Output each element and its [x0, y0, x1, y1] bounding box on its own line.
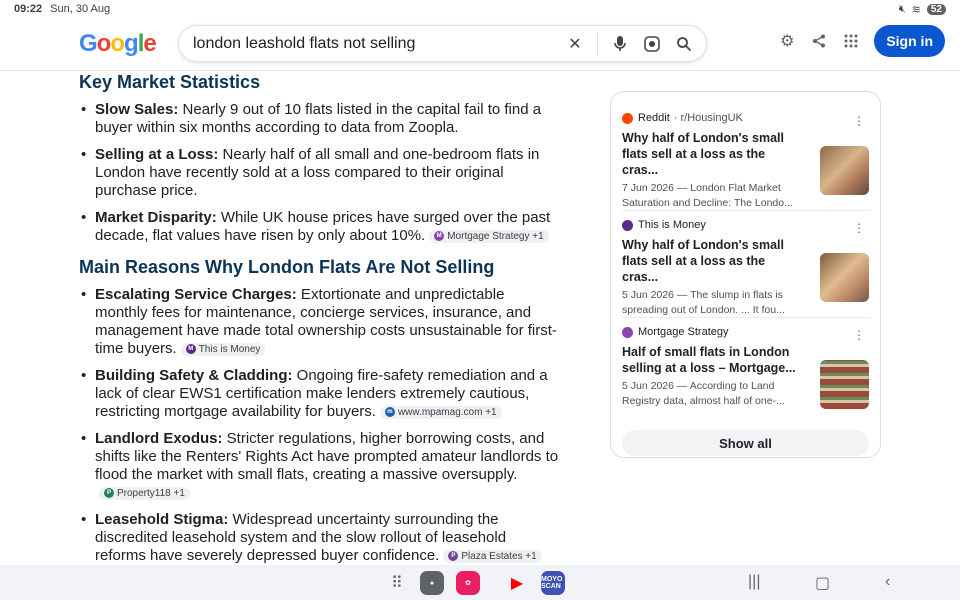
- list-item: Landlord Exodus: Stricter regulations, h…: [79, 430, 559, 502]
- list-item: Selling at a Loss: Nearly half of all sm…: [79, 146, 559, 200]
- card-title[interactable]: Why half of London's small flats sell at…: [622, 237, 804, 285]
- thumbnail-image[interactable]: [820, 146, 869, 195]
- this-is-money-icon: [622, 219, 633, 231]
- camera-app-icon[interactable]: ●: [420, 571, 444, 595]
- moyo-scan-app-icon[interactable]: MOYO SCAN: [541, 571, 565, 595]
- property118-icon: P: [104, 488, 114, 499]
- sources-panel: Reddit · r/HousingUK ⋮ Why half of Londo…: [610, 91, 881, 458]
- item-lead: Market Disparity:: [95, 209, 217, 226]
- sign-in-button[interactable]: Sign in: [874, 25, 945, 57]
- list-item: Escalating Service Charges: Extortionate…: [79, 286, 559, 358]
- battery-icon: 52: [926, 3, 946, 15]
- lens-icon[interactable]: [642, 34, 662, 54]
- card-title[interactable]: Half of small flats in London selling at…: [622, 344, 804, 376]
- logo-letter: g: [124, 30, 139, 57]
- mortgage-strategy-icon: M: [434, 231, 445, 242]
- more-options-icon[interactable]: ⋮: [853, 328, 865, 342]
- more-options-icon[interactable]: ⋮: [853, 114, 865, 128]
- recents-icon[interactable]: |||: [748, 573, 760, 591]
- logo-letter: e: [143, 30, 156, 57]
- app-drawer-icon[interactable]: ⠿: [391, 573, 403, 593]
- ai-overview-content: Key Market Statistics Slow Sales: Nearly…: [79, 72, 559, 565]
- bullet-list: Slow Sales: Nearly 9 out of 10 flats lis…: [79, 101, 559, 245]
- search-divider: [597, 32, 598, 55]
- thumbnail-image[interactable]: [820, 253, 869, 302]
- card-snippet: 7 Jun 2026 — London Flat Market Saturati…: [622, 182, 793, 209]
- source-card[interactable]: This is Money ⋮ Why half of London's sma…: [622, 211, 869, 318]
- gallery-app-icon[interactable]: ✿: [456, 571, 480, 595]
- item-lead: Leasehold Stigma:: [95, 511, 229, 528]
- source-line: This is Money ⋮: [622, 217, 869, 235]
- more-options-icon[interactable]: ⋮: [853, 221, 865, 235]
- section-heading: Main Reasons Why London Flats Are Not Se…: [79, 257, 495, 277]
- chip-label: Property118 +1: [117, 487, 185, 499]
- status-bar: 09:22 Sun, 30 Aug 🔇︎ ≋ 52: [0, 0, 960, 18]
- source-chip[interactable]: M This is Money: [180, 342, 266, 356]
- status-time: 09:22: [14, 3, 43, 15]
- chip-label: This is Money: [198, 343, 261, 355]
- search-input[interactable]: [193, 34, 565, 53]
- wifi-icon: ≋: [911, 3, 921, 16]
- source-chip[interactable]: m www.mpamag.com +1: [379, 405, 502, 419]
- source-chip[interactable]: P Plaza Estates +1: [443, 549, 542, 563]
- this-is-money-icon: M: [185, 344, 196, 355]
- gear-icon[interactable]: ⚙: [778, 32, 796, 50]
- show-all-button[interactable]: Show all: [622, 430, 869, 456]
- google-logo[interactable]: Google: [79, 30, 157, 58]
- search-icon[interactable]: [674, 34, 694, 54]
- source-name: Reddit: [638, 112, 670, 124]
- bullet-list: Escalating Service Charges: Extortionate…: [79, 286, 559, 565]
- chip-label: Plaza Estates +1: [461, 550, 537, 562]
- chip-label: Mortgage Strategy +1: [447, 230, 544, 242]
- header-actions: ⚙ Sign in: [778, 25, 945, 57]
- thumbnail-image[interactable]: [820, 360, 869, 409]
- mute-icon: 🔇︎: [898, 2, 906, 15]
- reddit-icon: [622, 112, 633, 124]
- card-title[interactable]: Why half of London's small flats sell at…: [622, 130, 804, 178]
- source-card[interactable]: Reddit · r/HousingUK ⋮ Why half of Londo…: [622, 104, 869, 211]
- item-lead: Building Safety & Cladding:: [95, 367, 293, 384]
- item-lead: Slow Sales:: [95, 101, 179, 118]
- search-header: Google ✕ ⚙ Sign in: [0, 18, 960, 71]
- share-icon[interactable]: [810, 32, 828, 50]
- source-name: This is Money: [638, 219, 706, 231]
- clear-icon[interactable]: ✕: [565, 34, 585, 54]
- list-item: Building Safety & Cladding: Ongoing fire…: [79, 367, 559, 421]
- logo-letter: o: [110, 30, 125, 57]
- search-box: ✕: [178, 25, 707, 62]
- section-heading: Key Market Statistics: [79, 72, 261, 92]
- item-lead: Selling at a Loss:: [95, 146, 219, 163]
- android-nav-bar: ⠿ ● ✿ ▶ MOYO SCAN ||| ▢ ‹: [0, 565, 960, 600]
- logo-letter: o: [96, 30, 112, 57]
- item-lead: Escalating Service Charges:: [95, 286, 297, 303]
- list-item: Market Disparity: While UK house prices …: [79, 209, 559, 245]
- home-icon[interactable]: ▢: [815, 573, 830, 593]
- youtube-app-icon[interactable]: ▶: [505, 571, 529, 595]
- source-chip[interactable]: M Mortgage Strategy +1: [429, 229, 549, 243]
- back-icon[interactable]: ‹: [885, 573, 890, 591]
- source-line: Mortgage Strategy ⋮: [622, 324, 869, 342]
- status-date: Sun, 30 Aug: [50, 3, 111, 15]
- card-snippet: 5 Jun 2026 — The slump in flats is sprea…: [622, 289, 785, 316]
- chip-label: www.mpamag.com +1: [397, 406, 497, 418]
- apps-grid-icon[interactable]: [842, 32, 860, 50]
- card-snippet: 5 Jun 2026 — According to Land Registry …: [622, 380, 785, 407]
- plaza-estates-icon: P: [448, 551, 459, 562]
- list-item: Leasehold Stigma: Widespread uncertainty…: [79, 511, 559, 565]
- status-icons: 🔇︎ ≋ 52: [899, 3, 946, 16]
- source-line: Reddit · r/HousingUK ⋮: [622, 110, 869, 128]
- mortgage-strategy-icon: [622, 326, 633, 338]
- logo-letter: G: [79, 30, 98, 57]
- source-chip[interactable]: P Property118 +1: [99, 486, 190, 500]
- list-item: Slow Sales: Nearly 9 out of 10 flats lis…: [79, 101, 559, 137]
- source-path: · r/HousingUK: [673, 112, 743, 124]
- item-lead: Landlord Exodus:: [95, 430, 223, 447]
- source-name: Mortgage Strategy: [638, 326, 729, 338]
- microphone-icon[interactable]: [610, 34, 630, 54]
- mpamag-icon: m: [384, 407, 395, 418]
- source-card[interactable]: Mortgage Strategy ⋮ Half of small flats …: [622, 318, 869, 425]
